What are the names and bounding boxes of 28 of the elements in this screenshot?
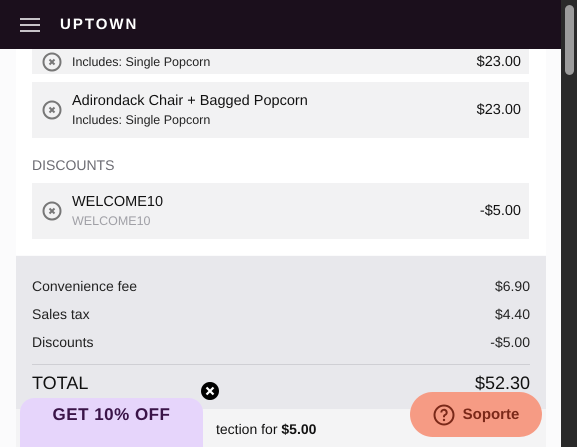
section-heading: DISCOUNTS xyxy=(32,157,116,173)
remove-icon[interactable] xyxy=(42,100,62,120)
summary-label: Sales tax xyxy=(32,306,90,322)
brand-logo[interactable]: UPTOWN xyxy=(60,16,138,33)
total-label: TOTAL xyxy=(32,373,88,395)
summary-label: Convenience fee xyxy=(32,278,138,294)
summary-value: $4.40 xyxy=(494,306,530,322)
promo-button[interactable]: GET 10% OFF xyxy=(20,398,203,447)
item-title: WELCOME10 xyxy=(72,194,164,210)
support-button[interactable]: Soporte xyxy=(410,392,542,437)
total-value: $52.30 xyxy=(474,373,530,395)
close-icon[interactable] xyxy=(201,382,219,400)
remove-icon[interactable] xyxy=(42,201,62,221)
remove-icon[interactable] xyxy=(42,52,62,72)
item-price: $23.00 xyxy=(476,54,521,70)
summary-value: -$5.00 xyxy=(490,334,530,350)
item-subtitle: Includes: Single Popcorn xyxy=(72,54,212,68)
scrollbar[interactable] xyxy=(561,0,577,447)
summary-label: Discounts xyxy=(32,334,94,350)
item-title: Adirondack Chair + Bagged Popcorn xyxy=(72,93,309,109)
summary-value: $6.90 xyxy=(494,278,530,294)
menu-icon[interactable] xyxy=(20,18,40,32)
item-price: $23.00 xyxy=(476,102,521,118)
help-icon xyxy=(432,404,455,426)
item-subtitle: Includes: Single Popcorn xyxy=(72,113,212,127)
item-price: -$5.00 xyxy=(480,203,521,219)
item-subtitle: WELCOME10 xyxy=(72,214,152,228)
protection-text: tection for $5.00 xyxy=(216,421,316,437)
